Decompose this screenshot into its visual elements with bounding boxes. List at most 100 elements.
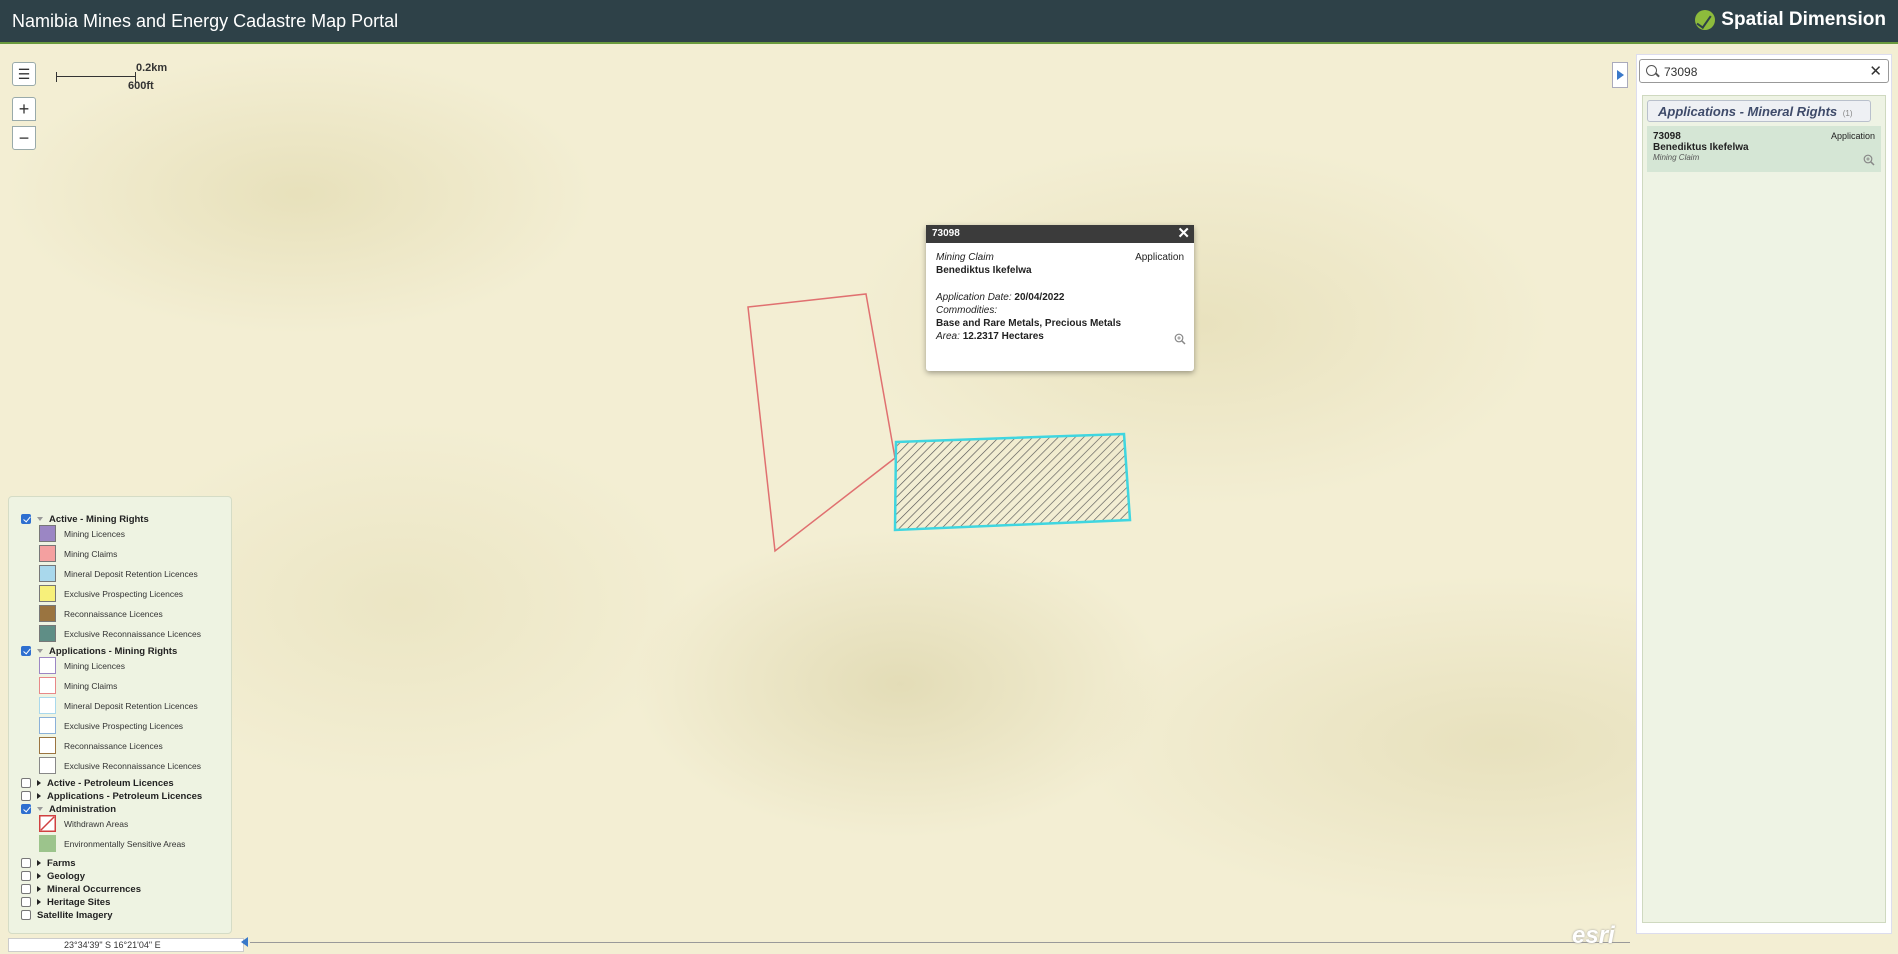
legend-item: Exclusive Reconnaissance Licences [39,625,201,642]
layer-checkbox[interactable] [21,646,31,656]
swatch-app-epl [39,717,56,734]
expand-caret-icon[interactable] [37,873,41,879]
legend-item: Environmentally Sensitive Areas [39,835,185,852]
result-type: Mining Claim [1653,153,1700,162]
scale-ft-label: 600ft [128,80,154,92]
scale-line [56,72,136,82]
swatch-reconnaissance [39,605,56,622]
swatch-app-mining-licences [39,657,56,674]
result-holder: Benediktus Ikefelwa [1653,142,1749,153]
layer-checkbox[interactable] [21,897,31,907]
layer-menu-button[interactable]: ☰ [12,62,36,86]
legend-group-active-mining-rights[interactable]: Active - Mining Rights [9,513,149,525]
swatch-app-mdrl [39,697,56,714]
result-status: Application [1830,131,1875,141]
result-id: 73098 [1653,131,1681,142]
map-canvas[interactable] [0,44,1898,954]
zoom-to-icon[interactable] [1863,154,1875,166]
popup-commodities-value: Base and Rare Metals, Precious Metals [936,318,1122,329]
zoom-to-icon[interactable] [1174,333,1186,345]
swatch-app-reconnaissance [39,737,56,754]
expand-caret-icon[interactable] [37,899,41,905]
legend-group-administration[interactable]: Administration [9,803,116,815]
layer-checkbox[interactable] [21,884,31,894]
search-input[interactable] [1662,62,1856,82]
spatial-dimension-logo-icon [1695,10,1716,30]
clear-search-button[interactable]: ✕ [1869,62,1882,80]
legend-item: Mining Claims [39,677,117,694]
legend-group-applications-petroleum[interactable]: Applications - Petroleum Licences [9,790,202,802]
esri-logo: esri [1572,922,1615,949]
legend-item: Mining Claims [39,545,117,562]
zoom-out-button[interactable]: − [12,126,36,150]
swatch-app-mining-claims [39,677,56,694]
selected-claim-73098-polygon[interactable] [893,432,1132,532]
popup-area-value: 12.2317 Hectares [962,331,1044,342]
result-item[interactable]: 73098 Application Benediktus Ikefelwa Mi… [1647,126,1881,172]
legend-group-farms[interactable]: Farms [9,857,76,869]
expand-caret-icon[interactable] [37,780,41,786]
minus-icon: − [18,127,30,148]
legend-item: Exclusive Reconnaissance Licences [39,757,201,774]
play-left-icon [240,937,248,947]
zoom-in-button[interactable]: + [12,97,36,121]
popup-title: 73098 [932,228,960,239]
popup-area-label: Area: [936,331,960,342]
map-features[interactable] [0,44,1898,954]
legend-item: Mineral Deposit Retention Licences [39,565,198,582]
search-panel: ✕ Applications - Mineral Rights (1) 7309… [1636,54,1892,934]
legend-group-geology[interactable]: Geology [9,870,85,882]
popup-close-button[interactable]: ✕ [1177,225,1190,243]
scale-bar: 0.2km 600ft [56,58,186,98]
expand-caret-icon[interactable] [37,886,41,892]
swatch-exclusive-reconnaissance [39,625,56,642]
legend-item: Mining Licences [39,657,125,674]
legend-group-mineral-occurrences[interactable]: Mineral Occurrences [9,883,141,895]
legend-group-applications-mining-rights[interactable]: Applications - Mining Rights [9,645,177,657]
layer-checkbox[interactable] [21,804,31,814]
plus-icon: + [18,98,30,119]
legend-item: Reconnaissance Licences [39,605,163,622]
swatch-environmentally-sensitive [39,835,56,852]
swatch-mining-claims [39,545,56,562]
expand-caret-icon[interactable] [37,860,41,866]
coordinate-toggle-button[interactable] [237,935,251,949]
layer-checkbox[interactable] [21,791,31,801]
layer-checkbox[interactable] [21,858,31,868]
layer-checkbox[interactable] [21,778,31,788]
results-panel: Applications - Mineral Rights (1) 73098 … [1642,95,1886,923]
expand-caret-icon[interactable] [37,517,43,521]
legend-group-satellite-imagery[interactable]: Satellite Imagery [9,909,113,921]
popup-date-value: 20/04/2022 [1014,292,1065,303]
expand-caret-icon[interactable] [37,793,41,799]
brand-logo[interactable]: Spatial Dimension [1695,9,1886,31]
expand-caret-icon[interactable] [37,649,43,653]
popup-date-label: Application Date: [936,292,1012,303]
expand-caret-icon[interactable] [37,807,43,811]
mining-claim-polygon[interactable] [747,293,896,553]
legend-item: Exclusive Prospecting Licences [39,585,183,602]
search-box[interactable]: ✕ [1639,59,1889,83]
app-title: Namibia Mines and Energy Cadastre Map Po… [12,11,399,31]
legend-panel: Active - Mining Rights Mining Licences M… [8,496,232,934]
popup-commodities-label: Commodities: [936,305,998,316]
collapse-panel-button[interactable] [1612,62,1628,88]
play-right-icon [1616,70,1624,80]
layer-checkbox[interactable] [21,910,31,920]
popup-status: Application [1135,252,1184,263]
layer-checkbox[interactable] [21,871,31,881]
results-header[interactable]: Applications - Mineral Rights (1) [1647,100,1871,122]
legend-group-heritage-sites[interactable]: Heritage Sites [9,896,110,908]
results-count: (1) [1842,109,1853,118]
legend-item: Exclusive Prospecting Licences [39,717,183,734]
brand-name: Spatial Dimension [1721,9,1886,30]
layer-checkbox[interactable] [21,514,31,524]
search-icon [1646,65,1657,76]
top-bar: Namibia Mines and Energy Cadastre Map Po… [0,0,1898,44]
swatch-withdrawn-areas [39,815,56,832]
legend-group-active-petroleum[interactable]: Active - Petroleum Licences [9,777,174,789]
map-bottom-divider [250,942,1630,943]
hamburger-icon: ☰ [17,65,31,82]
legend-item: Withdrawn Areas [39,815,128,832]
popup-body: Application Mining Claim Benediktus Ikef… [926,243,1194,351]
